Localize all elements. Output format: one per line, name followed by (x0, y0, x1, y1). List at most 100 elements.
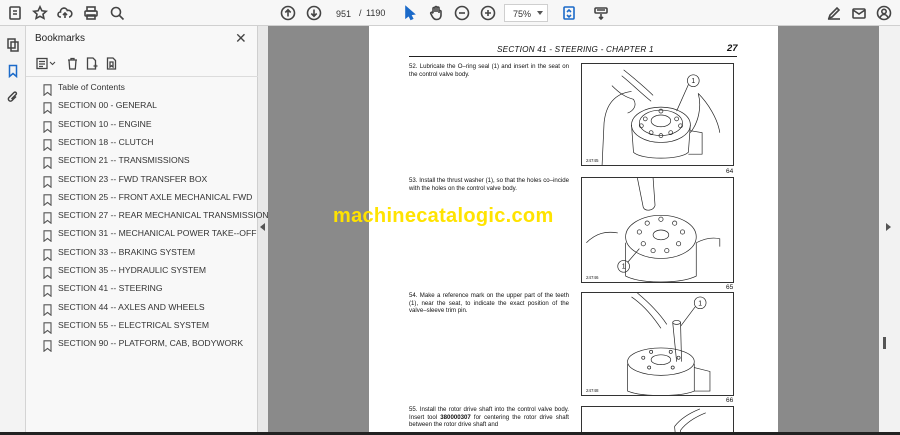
rotor-shaft-illustration (674, 408, 706, 435)
bookmark-item[interactable]: SECTION 31 -- MECHANICAL POWER TAKE--OFF (26, 226, 258, 244)
bookmark-label: SECTION 10 -- ENGINE (58, 118, 152, 129)
bookmarks-panel-icon[interactable] (4, 62, 22, 80)
bookmark-item[interactable]: SECTION 35 -- HYDRAULIC SYSTEM (26, 263, 258, 281)
bookmark-item[interactable]: Table of Contents (26, 80, 258, 98)
bookmark-label: SECTION 25 -- FRONT AXLE MECHANICAL FWD (58, 191, 253, 202)
bookmark-icon (43, 138, 52, 152)
bookmark-icon (43, 339, 52, 353)
page-thumbnails-icon[interactable] (4, 36, 22, 54)
create-file-icon[interactable] (5, 3, 25, 23)
figure-number: 64 (726, 168, 734, 175)
svg-text:1: 1 (622, 264, 626, 271)
chevron-down-icon (537, 11, 543, 15)
bookmark-label: SECTION 23 -- FWD TRANSFER BOX (58, 173, 208, 184)
bookmark-label: SECTION 00 - GENERAL (58, 100, 157, 111)
navigation-rail (0, 26, 26, 435)
expand-right-panel-arrow-icon[interactable] (886, 223, 891, 231)
close-icon[interactable]: ✕ (235, 31, 247, 45)
bookmark-icon (43, 229, 52, 243)
zoom-out-icon[interactable] (452, 3, 472, 23)
page-fit-icon[interactable] (559, 3, 579, 23)
previous-page-icon[interactable] (278, 3, 298, 23)
bookmark-item[interactable]: SECTION 55 -- ELECTRICAL SYSTEM (26, 318, 258, 336)
tool-number: 380000307 (440, 413, 471, 421)
next-page-icon[interactable] (304, 3, 324, 23)
delete-bookmark-icon[interactable] (63, 54, 81, 72)
bookmark-item[interactable]: SECTION 10 -- ENGINE (26, 117, 258, 135)
header-rule (409, 56, 737, 57)
bookmark-label: SECTION 55 -- ELECTRICAL SYSTEM (58, 319, 210, 330)
valve-oring-illustration: 1 (601, 69, 721, 165)
bookmark-label: SECTION 21 -- TRANSMISSIONS (58, 155, 190, 166)
bookmark-icon (43, 175, 52, 188)
svg-text:1: 1 (691, 78, 695, 85)
bookmark-label: SECTION 35 -- HYDRAULIC SYSTEM (58, 265, 207, 275)
attachments-paperclip-icon[interactable] (4, 88, 22, 106)
print-icon[interactable] (81, 3, 101, 23)
step-53-text: 53. Install the thrust washer (1), so th… (409, 177, 569, 192)
panel-divider (26, 76, 258, 77)
bookmarks-panel-title: Bookmarks (35, 33, 86, 44)
bookmark-icon (43, 321, 52, 335)
star-bookmark-icon[interactable] (30, 3, 50, 23)
bookmark-icon (43, 303, 52, 316)
email-icon[interactable] (849, 3, 869, 23)
document-viewport[interactable]: SECTION 41 - STEERING - CHAPTER 1 27 52.… (268, 26, 879, 435)
zoom-level-select[interactable]: 75% (504, 4, 548, 22)
figure-67-image (581, 406, 734, 435)
keyboard-scroll-icon[interactable] (591, 3, 611, 23)
bookmark-icon (43, 156, 52, 170)
bookmark-item[interactable]: SECTION 44 -- AXLES AND WHEELS (26, 300, 258, 318)
step-54-text: 54. Make a reference mark on the upper p… (409, 292, 569, 315)
bookmark-label: SECTION 41 -- STEERING (58, 283, 163, 294)
bookmark-item[interactable]: SECTION 00 - GENERAL (26, 98, 258, 116)
bookmark-item[interactable]: SECTION 33 -- BRAKING SYSTEM (26, 245, 258, 263)
bookmark-item[interactable]: SECTION 18 -- CLUTCH (26, 135, 258, 153)
bookmark-options-icon[interactable] (34, 54, 58, 72)
new-bookmark-icon[interactable] (82, 54, 100, 72)
bookmark-label: SECTION 18 -- CLUTCH (58, 136, 154, 147)
page-number-input[interactable]: 951 (331, 5, 355, 21)
sign-pen-icon[interactable] (824, 3, 844, 23)
figure-number: 65 (726, 284, 734, 291)
bookmark-label: Table of Contents (58, 82, 125, 92)
step-52-text: 52. Lubricate the O–ring seal (1) and in… (409, 63, 569, 78)
bookmark-icon (43, 266, 52, 280)
hand-tool-icon[interactable] (426, 3, 446, 23)
figure-code: 24745 (586, 158, 599, 163)
figure-66-image: 1 24748 (581, 292, 734, 396)
bookmark-item[interactable]: SECTION 25 -- FRONT AXLE MECHANICAL FWD (26, 190, 258, 208)
upload-cloud-icon[interactable] (55, 3, 75, 23)
page-header-number: 27 (727, 43, 738, 54)
bookmark-item[interactable]: SECTION 23 -- FWD TRANSFER BOX (26, 172, 258, 190)
thrust-washer-illustration: 1 (586, 178, 721, 282)
figure-64-image: 1 24745 (581, 63, 734, 166)
svg-text:1: 1 (698, 300, 702, 307)
bookmark-icon (43, 284, 52, 298)
watermark-text: machinecatalogic.com (333, 205, 554, 227)
bookmark-icon (43, 120, 52, 133)
search-zoom-icon[interactable] (107, 3, 127, 23)
bookmark-label: SECTION 31 -- MECHANICAL POWER TAKE--OFF (58, 228, 257, 239)
step-55-text: 55. Install the rotor drive shaft into t… (409, 406, 569, 429)
bookmark-icon (43, 211, 52, 225)
page-separator: / (359, 8, 362, 18)
select-cursor-icon[interactable] (400, 3, 420, 23)
pdf-page: SECTION 41 - STEERING - CHAPTER 1 27 52.… (369, 26, 778, 435)
bookmark-item[interactable]: SECTION 21 -- TRANSMISSIONS (26, 153, 258, 171)
bookmark-from-selection-icon[interactable] (102, 54, 120, 72)
bookmark-item[interactable]: SECTION 90 -- PLATFORM, CAB, BODYWORK (26, 336, 258, 354)
bookmark-label: SECTION 33 -- BRAKING SYSTEM (58, 246, 196, 257)
figure-code: 24748 (586, 388, 599, 393)
zoom-in-icon[interactable] (478, 3, 498, 23)
figure-number: 66 (726, 397, 734, 404)
bookmark-item[interactable]: SECTION 41 -- STEERING (26, 281, 258, 299)
account-avatar-icon[interactable] (874, 3, 894, 23)
bookmark-item[interactable]: SECTION 27 -- REAR MECHANICAL TRANSMISSI… (26, 208, 269, 226)
bookmark-label: SECTION 27 -- REAR MECHANICAL TRANSMISSI… (58, 210, 269, 221)
collapse-panel-arrow-icon[interactable] (260, 223, 265, 231)
page-total: 1190 (366, 8, 386, 18)
scrollbar-thumb[interactable] (883, 337, 886, 349)
page-header-title: SECTION 41 - STEERING - CHAPTER 1 (497, 45, 654, 54)
bookmark-icon (43, 193, 52, 207)
